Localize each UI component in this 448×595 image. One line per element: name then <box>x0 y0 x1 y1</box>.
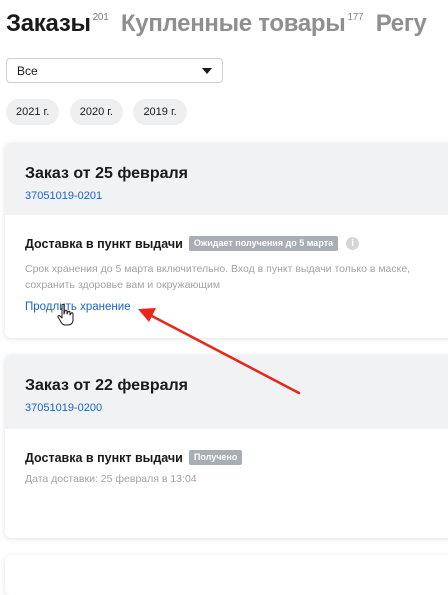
tab-purchased-items-count: 177 <box>347 12 364 23</box>
tab-regular[interactable]: Регу <box>376 10 427 38</box>
order-card-partial <box>5 555 448 595</box>
tab-purchased-items[interactable]: Купленные товары 177 <box>120 10 364 38</box>
delivery-label: Доставка в пункт выдачи <box>25 450 183 465</box>
order-card-header: Заказ от 22 февраля 37051019-0200 <box>5 355 448 429</box>
orders-tabs: Заказы 201 Купленные товары 177 Регу <box>6 10 435 50</box>
tab-orders-count: 201 <box>92 12 109 23</box>
order-card-header: Заказ от 25 февраля 37051019-0201 <box>5 143 448 215</box>
tab-purchased-items-label: Купленные товары <box>120 10 346 37</box>
status-badge: Получено <box>188 450 243 466</box>
extend-storage-link[interactable]: Продлить хранение <box>25 301 131 313</box>
tab-regular-label: Регу <box>375 10 427 37</box>
tab-orders[interactable]: Заказы 201 <box>6 10 109 38</box>
delivery-date: Дата доставки: 25 февраля в 13:04 <box>25 473 197 485</box>
tab-orders-label: Заказы <box>6 10 91 37</box>
info-icon[interactable]: i <box>346 237 360 251</box>
order-filter-value: Все <box>17 64 38 78</box>
hand-cursor-icon <box>57 303 74 326</box>
delivery-row: Доставка в пункт выдачи Получено <box>25 449 243 467</box>
chevron-down-icon <box>202 68 212 74</box>
year-chip-2019[interactable]: 2019 г. <box>133 99 187 125</box>
order-title: Заказ от 22 февраля <box>25 377 189 394</box>
delivery-row: Доставка в пункт выдачи Ожидает получения… <box>25 235 360 253</box>
order-number-link[interactable]: 37051019-0201 <box>25 190 102 202</box>
year-chip-2020[interactable]: 2020 г. <box>69 99 123 125</box>
order-title: Заказ от 25 февраля <box>25 165 189 182</box>
year-filter-chips: 2021 г. 2020 г. 2019 г. <box>6 99 193 125</box>
status-badge: Ожидает получения до 5 марта <box>188 236 339 252</box>
order-filter-select[interactable]: Все <box>6 58 223 83</box>
delivery-label: Доставка в пункт выдачи <box>25 236 183 251</box>
order-number-link[interactable]: 37051019-0200 <box>25 402 102 414</box>
storage-note-line: сохранить здоровье вам и окружающим <box>25 279 221 291</box>
year-chip-2021[interactable]: 2021 г. <box>6 99 60 125</box>
storage-note-line: Срок хранения до 5 марта включительно. В… <box>25 263 411 275</box>
order-card: Заказ от 22 февраля 37051019-0200 Достав… <box>5 355 448 538</box>
storage-note: Срок хранения до 5 марта включительно. В… <box>25 261 410 293</box>
